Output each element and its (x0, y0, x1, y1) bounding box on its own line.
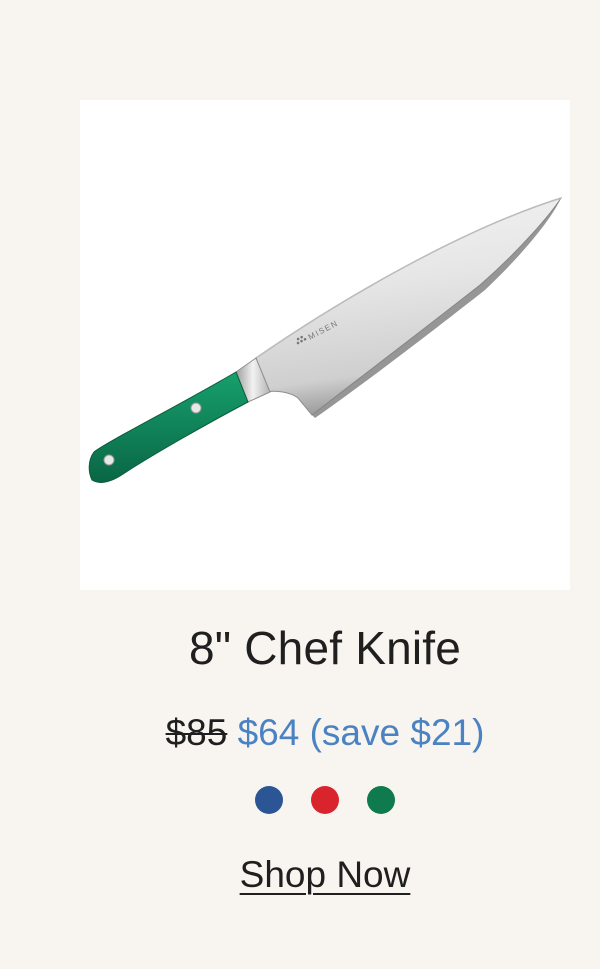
knife-handle (88, 371, 249, 484)
product-title[interactable]: 8" Chef Knife (80, 620, 570, 676)
knife-blade (255, 197, 563, 416)
swatch-blue[interactable] (255, 786, 283, 814)
original-price: $85 (165, 712, 228, 753)
price-row: $85 $64 (save $21) (80, 710, 570, 756)
product-card[interactable]: MISEN 8" Chef Knife $85 $64 (save $21) S… (80, 100, 570, 900)
shop-now-link[interactable]: Shop Now (80, 852, 570, 898)
sale-price: $64 (save $21) (237, 712, 485, 753)
chef-knife-image: MISEN (88, 197, 563, 484)
swatch-green[interactable] (367, 786, 395, 814)
product-image[interactable]: MISEN (80, 100, 570, 590)
swatch-red[interactable] (311, 786, 339, 814)
color-swatches (80, 786, 570, 816)
